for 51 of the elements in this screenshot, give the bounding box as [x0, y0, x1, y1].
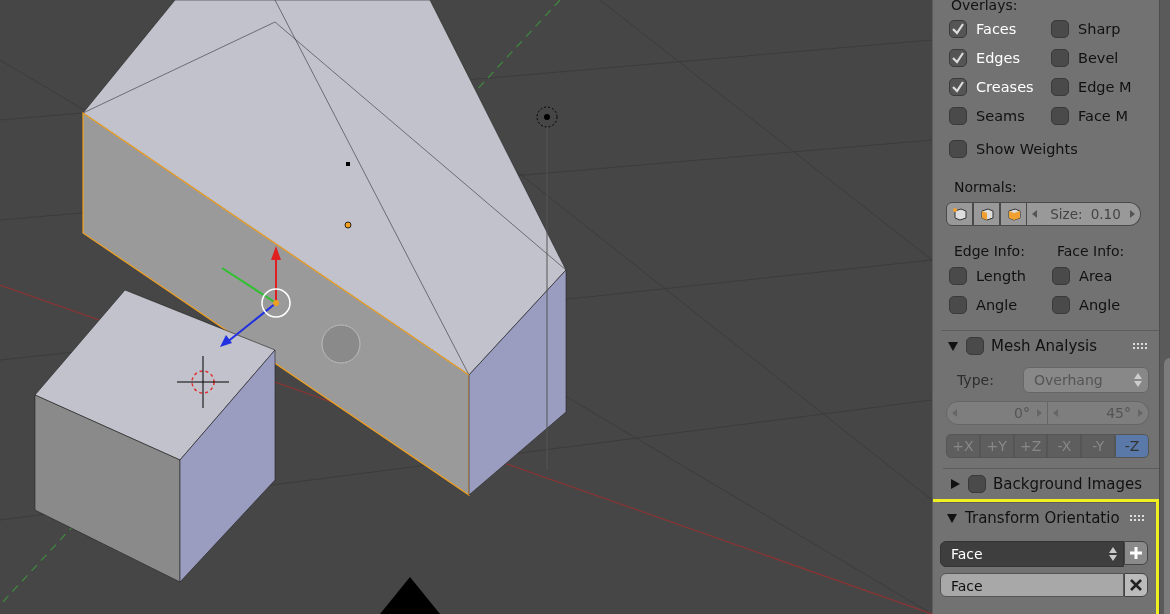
- overlay-checkbox[interactable]: Bevel: [1051, 47, 1151, 69]
- background-images-checkbox[interactable]: [968, 475, 986, 493]
- mesh-analysis-checkbox[interactable]: [966, 337, 984, 355]
- left-arrow-icon[interactable]: [1032, 210, 1038, 218]
- cube-icon: [978, 206, 995, 222]
- checkmark-icon: [950, 21, 966, 37]
- close-icon: [1129, 578, 1143, 592]
- up-down-arrows-icon: [1109, 547, 1117, 561]
- overlay-checkbox[interactable]: Seams: [949, 105, 1051, 127]
- panel-title: Background Images: [993, 475, 1143, 493]
- show-weights-checkbox[interactable]: Show Weights: [943, 138, 1159, 160]
- overlay-checkbox[interactable]: Creases: [949, 76, 1051, 98]
- checkmark-icon: [950, 79, 966, 95]
- disclosure-triangle-icon[interactable]: [947, 340, 959, 352]
- face-normals-button[interactable]: [1000, 202, 1027, 226]
- normal-size-field[interactable]: Size: 0.10: [1027, 202, 1141, 226]
- edge-info-label: Edge Info:: [953, 242, 1026, 260]
- name-field[interactable]: Face: [940, 573, 1124, 597]
- vertex-normals-button[interactable]: [946, 202, 973, 226]
- overlay-checkbox[interactable]: Faces: [949, 18, 1051, 40]
- normals-label: Normals:: [953, 178, 1018, 196]
- face-info-label: Face Info:: [1056, 242, 1126, 260]
- face-info-checkbox[interactable]: Area: [1052, 265, 1155, 287]
- face-info-checkbox[interactable]: Angle: [1052, 294, 1155, 316]
- cube-icon: [951, 206, 968, 222]
- up-down-arrows-icon: [1134, 373, 1142, 387]
- right-arrow-icon[interactable]: [1129, 210, 1135, 218]
- size-value: 0.10: [1090, 206, 1121, 222]
- overlays-label: Overlays:: [950, 0, 1019, 14]
- overlay-checkbox[interactable]: Edges: [949, 47, 1051, 69]
- add-button[interactable]: [1124, 541, 1148, 565]
- panel-title: Mesh Analysis: [991, 337, 1098, 355]
- drag-handle-icon[interactable]: [1130, 514, 1146, 522]
- overlay-checkbox[interactable]: Face M: [1051, 105, 1151, 127]
- size-label: Size:: [1050, 206, 1083, 222]
- edge-info-checkbox[interactable]: Angle: [949, 294, 1052, 316]
- cube-icon: [1005, 206, 1022, 222]
- delete-button[interactable]: [1124, 573, 1148, 597]
- split-normals-button[interactable]: [973, 202, 1000, 226]
- edge-info-checkbox[interactable]: Length: [949, 265, 1052, 287]
- drag-handle-icon[interactable]: [1133, 342, 1149, 350]
- checkmark-icon: [950, 50, 966, 66]
- overlay-checkbox[interactable]: Edge M: [1051, 76, 1151, 98]
- disclosure-triangle-icon[interactable]: [946, 512, 958, 524]
- orientation-dropdown[interactable]: Face: [940, 541, 1124, 567]
- overlay-checkbox[interactable]: Sharp: [1051, 18, 1151, 40]
- disclosure-triangle-icon[interactable]: [949, 478, 961, 490]
- axis-toggle[interactable]: -Z: [1115, 434, 1149, 458]
- type-label: Type:: [957, 372, 994, 388]
- panel-title: Transform Orientatio: [965, 509, 1120, 527]
- plus-icon: [1129, 546, 1143, 560]
